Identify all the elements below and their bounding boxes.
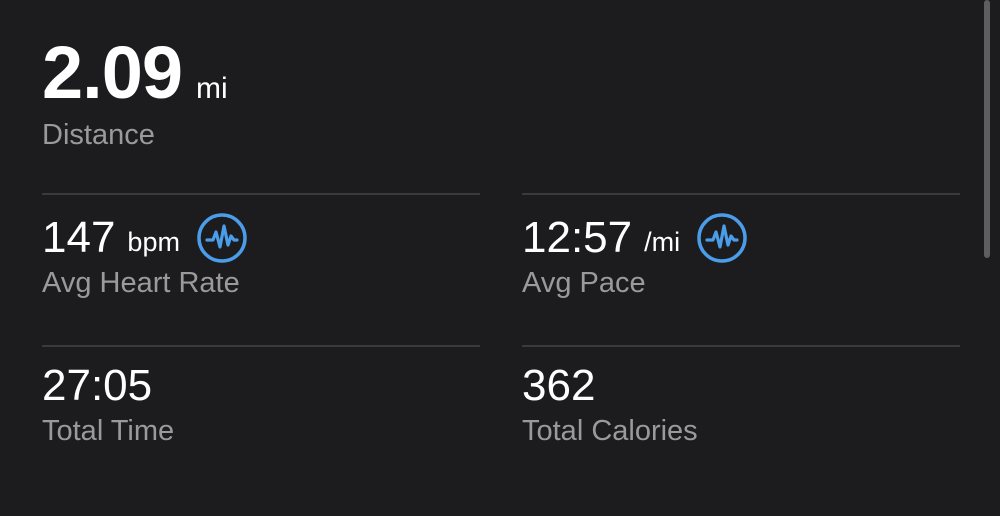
divider [522,345,960,347]
divider [42,345,480,347]
total-time-stat: 27:05 Total Time [42,358,174,448]
total-calories-label: Total Calories [522,415,698,447]
total-time-label: Total Time [42,415,175,447]
avg-pace-stat: 12:57 /mi Avg Pace [522,210,748,300]
total-calories-value: 362 [522,361,596,410]
distance-value: 2.09 [42,31,183,114]
avg-pace-label: Avg Pace [522,267,646,299]
divider [522,193,960,195]
avg-heart-rate-value: 147 [42,213,116,262]
workout-summary-screen: 2.09 mi Distance 147 bpm Avg Heart Rate … [0,0,1000,516]
pace-chart-icon[interactable] [696,212,748,264]
avg-heart-rate-unit: bpm [127,226,180,257]
avg-heart-rate-stat: 147 bpm Avg Heart Rate [42,210,248,300]
scrollbar[interactable] [984,0,990,258]
avg-pace-unit: /mi [644,226,681,257]
avg-heart-rate-label: Avg Heart Rate [42,267,240,299]
divider [42,193,480,195]
distance-label: Distance [42,119,155,151]
distance-unit: mi [196,72,228,105]
total-time-value: 27:05 [42,361,153,410]
avg-pace-value: 12:57 [522,213,633,262]
distance-row: 2.09 mi [42,30,228,116]
distance-block: 2.09 mi Distance [42,30,228,152]
heart-rate-chart-icon[interactable] [196,212,248,264]
total-calories-stat: 362 Total Calories [522,358,698,448]
